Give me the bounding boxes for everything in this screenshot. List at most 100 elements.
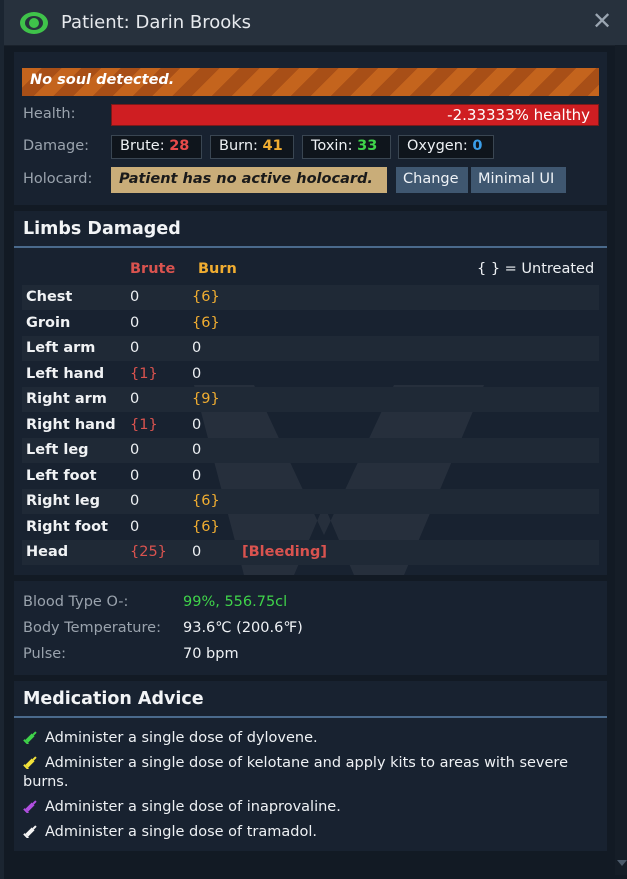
- limb-row: Left foot 0 0: [22, 464, 599, 489]
- limb-name: Left leg: [26, 442, 89, 458]
- vitals-section: Blood Type O-: 99%, 556.75cl Body Temper…: [14, 581, 607, 675]
- limb-row: Right foot 0 {6}: [22, 515, 599, 540]
- limb-name: Groin: [26, 314, 71, 331]
- oxygen-label: Oxygen:: [407, 138, 468, 154]
- toxin-label: Toxin:: [311, 138, 353, 154]
- limb-name: Chest: [26, 289, 73, 305]
- syringe-icon: [23, 756, 37, 769]
- limbs-title: Limbs Damaged: [14, 211, 607, 248]
- limb-brute-value: 0: [130, 391, 140, 407]
- limb-brute-value: {1}: [130, 416, 158, 433]
- medication-item: Administer a single dose of dylovene.: [23, 729, 593, 748]
- content-area: No soul detected. Health: -2.33333% heal…: [14, 45, 613, 865]
- health-label: Health:: [23, 106, 76, 122]
- blood-value: 99%, 556.75cl: [183, 594, 288, 610]
- temperature-value: 93.6℃ (200.6℉): [183, 620, 303, 636]
- limb-name: Left foot: [26, 467, 97, 484]
- burn-value: 41: [262, 138, 283, 154]
- status-section: No soul detected. Health: -2.33333% heal…: [14, 52, 607, 205]
- medication-item: Administer a single dose of kelotane and…: [23, 754, 593, 792]
- brute-label: Brute:: [120, 138, 165, 154]
- minimal-ui-button[interactable]: Minimal UI: [471, 167, 566, 193]
- oxygen-value: 0: [472, 138, 483, 154]
- burn-damage-box: Burn: 41: [210, 135, 294, 159]
- limb-burn-value: 0: [192, 442, 202, 458]
- limb-brute-value: 0: [130, 467, 140, 484]
- limb-name: Left arm: [26, 340, 96, 356]
- brute-value: 28: [169, 138, 190, 154]
- limb-row: Left hand {1} 0: [22, 362, 599, 387]
- close-button[interactable]: ✕: [592, 9, 612, 33]
- medication-item: Administer a single dose of tramadol.: [23, 823, 593, 842]
- limb-brute-value: 0: [130, 289, 140, 305]
- limb-brute-value: 0: [130, 314, 140, 331]
- blood-type-label: Blood Type O-:: [23, 594, 129, 610]
- limb-brute-value: {1}: [130, 365, 158, 382]
- scrollbar[interactable]: [615, 45, 627, 875]
- medication-text: Administer a single dose of kelotane and…: [23, 755, 568, 790]
- medication-title: Medication Advice: [14, 681, 607, 718]
- close-icon[interactable]: ✕: [592, 7, 612, 35]
- limb-row: Right arm 0 {9}: [22, 387, 599, 412]
- bleeding-status: [Bleeding]: [242, 544, 327, 560]
- limb-row: Left leg 0 0: [22, 438, 599, 463]
- limb-name: Right foot: [26, 518, 108, 535]
- pulse-value: 70 bpm: [183, 646, 239, 662]
- burn-label: Burn:: [219, 138, 258, 154]
- limb-burn-value: 0: [192, 365, 202, 382]
- brute-column-header: Brute: [130, 261, 176, 277]
- limb-burn-value: {6}: [192, 493, 220, 509]
- limb-row: Head {25} 0 [Bleeding]: [22, 540, 599, 565]
- title-bar[interactable]: Patient: Darin Brooks ✕: [4, 0, 627, 46]
- scanner-window: Patient: Darin Brooks ✕ No soul detected…: [0, 0, 627, 879]
- limb-name: Right leg: [26, 493, 101, 509]
- syringe-icon: [23, 731, 37, 744]
- medication-section: Medication Advice Administer a single do…: [14, 681, 607, 851]
- limb-burn-value: 0: [192, 467, 202, 484]
- brute-damage-box: Brute: 28: [111, 135, 202, 159]
- syringe-icon: [23, 800, 37, 813]
- limb-brute-value: 0: [130, 442, 140, 458]
- limb-burn-value: {6}: [192, 518, 220, 535]
- soul-alert: No soul detected.: [22, 68, 599, 96]
- holocard-label: Holocard:: [23, 171, 93, 187]
- holocard-value: Patient has no active holocard.: [111, 167, 387, 193]
- limb-name: Right hand: [26, 416, 116, 433]
- limb-burn-value: {9}: [192, 391, 220, 407]
- eye-icon: [20, 12, 48, 34]
- limb-brute-value: 0: [130, 340, 140, 356]
- limb-burn-value: {6}: [192, 289, 220, 305]
- toxin-value: 33: [357, 138, 378, 154]
- medication-text: Administer a single dose of tramadol.: [45, 824, 318, 840]
- oxygen-damage-box: Oxygen: 0: [398, 135, 494, 159]
- burn-column-header: Burn: [198, 261, 237, 277]
- pulse-label: Pulse:: [23, 646, 67, 662]
- untreated-legend: { } = Untreated: [477, 261, 595, 277]
- window-title: Patient: Darin Brooks: [61, 12, 252, 33]
- limb-row: Chest 0 {6}: [22, 285, 599, 310]
- limb-row: Groin 0 {6}: [22, 311, 599, 336]
- limb-name: Head: [26, 544, 69, 560]
- toxin-damage-box: Toxin: 33: [302, 135, 391, 159]
- limb-brute-value: 0: [130, 518, 140, 535]
- medication-item: Administer a single dose of inaprovaline…: [23, 798, 593, 817]
- limb-name: Left hand: [26, 365, 105, 382]
- limb-burn-value: 0: [192, 416, 202, 433]
- temperature-label: Body Temperature:: [23, 620, 161, 636]
- limb-burn-value: 0: [192, 340, 202, 356]
- syringe-icon: [23, 825, 37, 838]
- health-bar: -2.33333% healthy: [111, 104, 599, 126]
- limb-row: Right leg 0 {6}: [22, 489, 599, 514]
- health-value: -2.33333% healthy: [447, 106, 590, 124]
- limb-row: Left arm 0 0: [22, 336, 599, 361]
- limb-row: Right hand {1} 0: [22, 413, 599, 438]
- limb-burn-value: {6}: [192, 314, 220, 331]
- medication-text: Administer a single dose of dylovene.: [45, 730, 318, 746]
- limb-brute-value: {25}: [130, 544, 167, 560]
- scroll-down-arrow-icon[interactable]: [617, 860, 627, 866]
- medication-text: Administer a single dose of inaprovaline…: [45, 799, 341, 815]
- damage-label: Damage:: [23, 138, 90, 154]
- limb-burn-value: 0: [192, 544, 202, 560]
- change-holocard-button[interactable]: Change: [396, 167, 468, 193]
- limb-name: Right arm: [26, 391, 107, 407]
